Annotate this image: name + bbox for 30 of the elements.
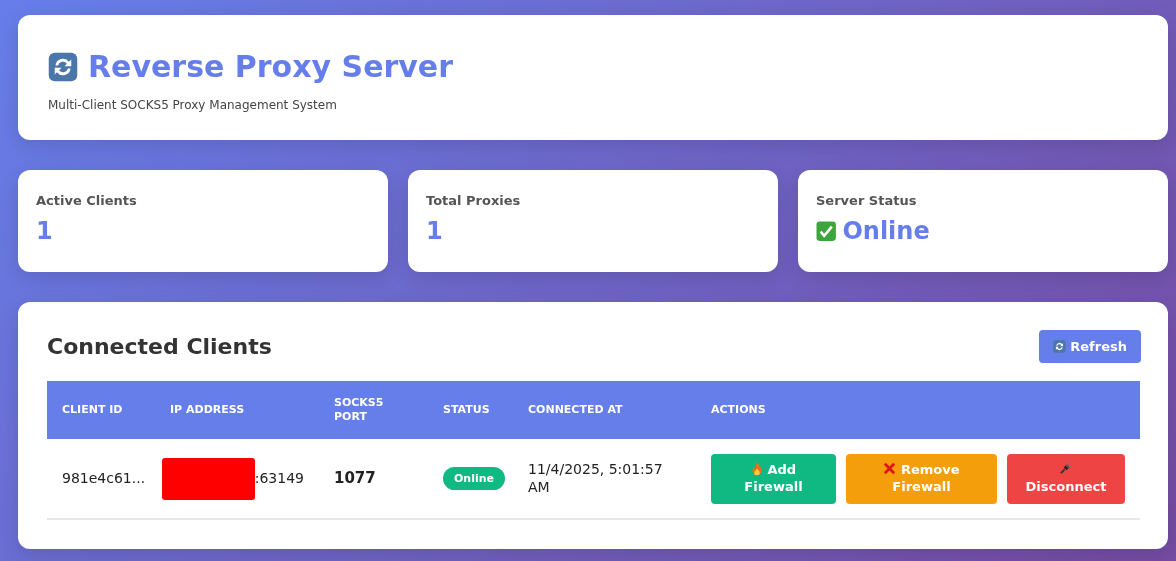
sync-icon bbox=[1053, 340, 1067, 353]
refresh-button[interactable]: Refresh bbox=[1039, 330, 1141, 363]
check-icon bbox=[816, 220, 837, 242]
fire-icon bbox=[750, 461, 763, 475]
stat-value: 1 bbox=[36, 217, 53, 245]
stat-value: 1 bbox=[426, 217, 443, 245]
sync-icon bbox=[48, 51, 78, 82]
socks5-port: 1077 bbox=[334, 469, 376, 488]
add-firewall-button[interactable]: Add Firewall bbox=[711, 453, 836, 504]
stat-value: Online bbox=[842, 217, 930, 245]
subtitle: Multi-Client SOCKS5 Proxy Management System bbox=[48, 98, 337, 112]
status-badge: Online bbox=[443, 466, 505, 491]
column-header: STATUS bbox=[443, 402, 490, 418]
column-header: CONNECTED AT bbox=[528, 402, 623, 418]
column-header: SOCKS5 PORT bbox=[334, 395, 385, 425]
disconnect-button[interactable]: Disconnect bbox=[1007, 453, 1125, 504]
column-header: IP ADDRESS bbox=[170, 402, 245, 418]
plug-icon bbox=[1059, 461, 1073, 475]
stat-label: Server Status bbox=[816, 193, 917, 208]
stat-label: Total Proxies bbox=[426, 193, 521, 208]
client-id: 981e4c61... bbox=[62, 469, 146, 488]
stat-label: Active Clients bbox=[36, 193, 137, 208]
cross-icon bbox=[883, 461, 897, 475]
column-header: ACTIONS bbox=[711, 402, 766, 418]
section-title: Connected Clients bbox=[47, 334, 272, 359]
remove-firewall-button[interactable]: Remove Firewall bbox=[846, 453, 997, 504]
connected-time: 11/4/2025, 5:01:57 AM bbox=[528, 461, 664, 496]
column-header: CLIENT ID bbox=[62, 402, 123, 418]
app-title: Reverse Proxy Server bbox=[88, 49, 453, 84]
ip-address: :63149 bbox=[254, 469, 304, 488]
